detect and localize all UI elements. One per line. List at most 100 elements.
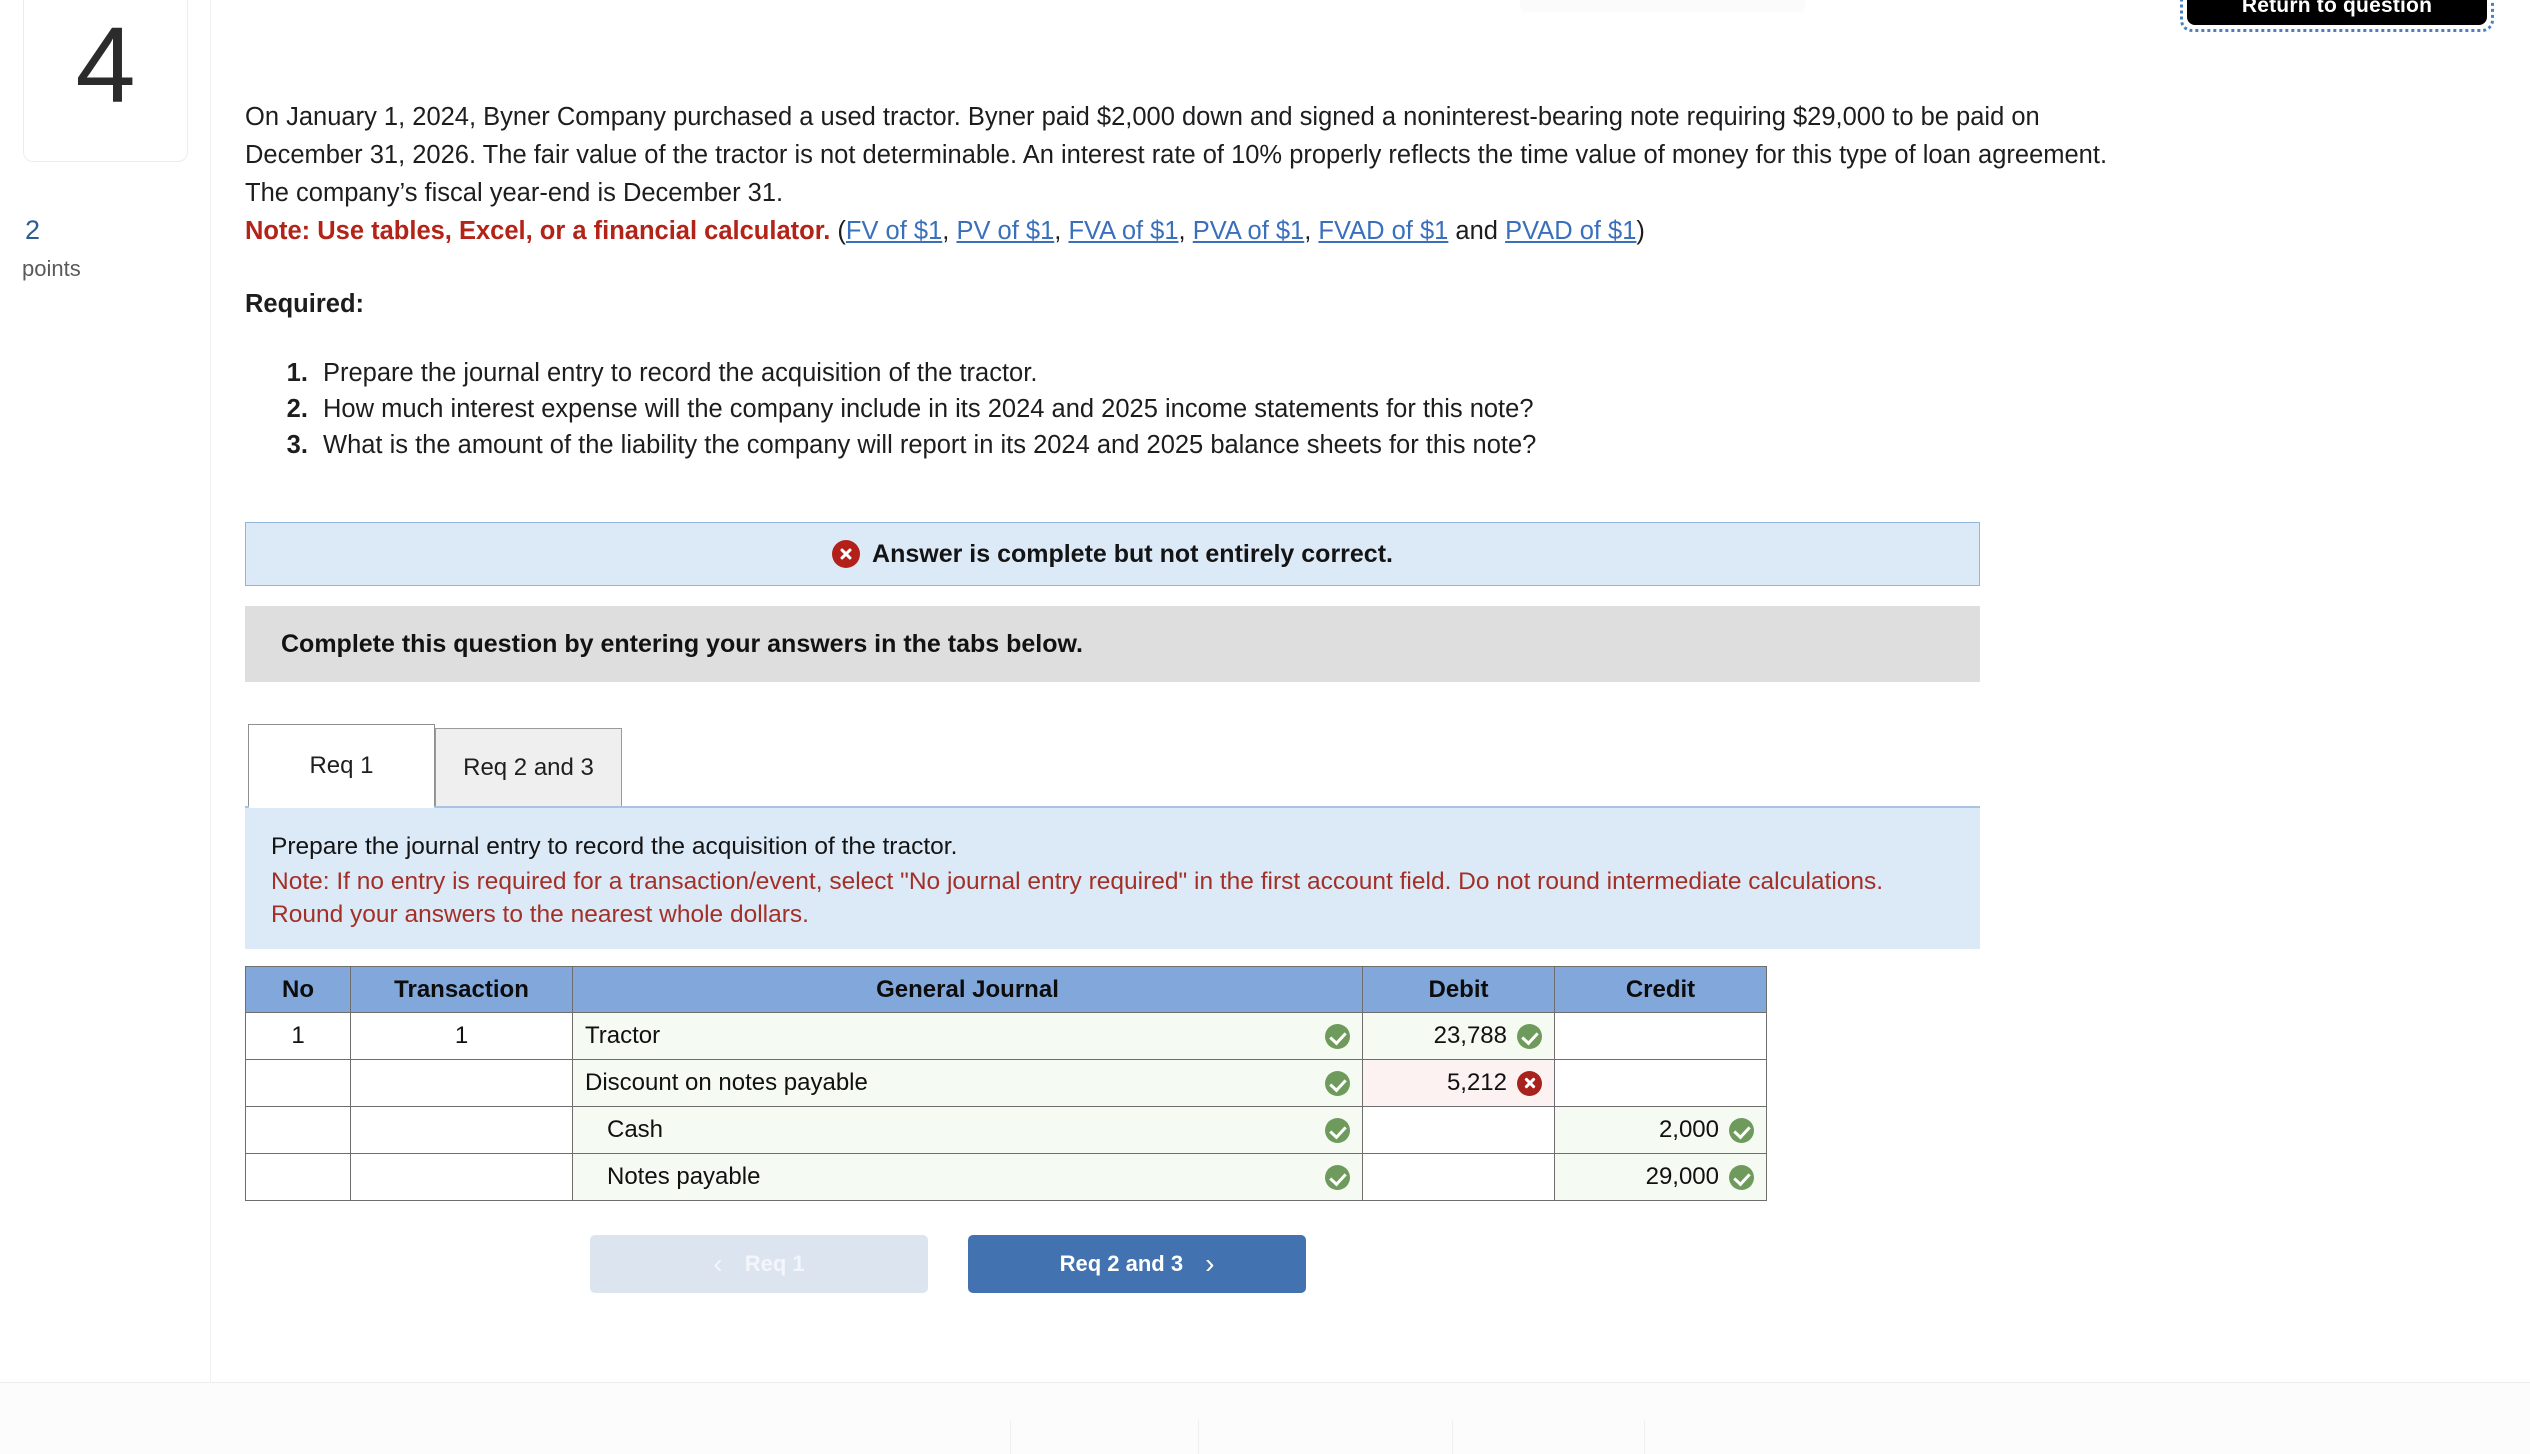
cell-no[interactable] bbox=[245, 1106, 351, 1154]
tab-req-2-and-3-label: Req 2 and 3 bbox=[463, 753, 594, 781]
tab-req-1-label: Req 1 bbox=[309, 751, 374, 779]
required-item-2: How much interest expense will the compa… bbox=[315, 391, 1536, 427]
correct-check-icon bbox=[1729, 1164, 1754, 1190]
correct-check-icon bbox=[1325, 1164, 1350, 1190]
footer-divider bbox=[1452, 1420, 1453, 1454]
cell-debit[interactable] bbox=[1362, 1106, 1555, 1154]
credit-amount: 29,000 bbox=[1645, 1163, 1719, 1190]
credit-amount: 2,000 bbox=[1658, 1116, 1719, 1143]
footer-divider bbox=[1010, 1420, 1011, 1454]
complete-question-text: Complete this question by entering your … bbox=[281, 629, 1083, 658]
link-sep-1: , bbox=[1054, 217, 1069, 245]
points-label: points bbox=[22, 256, 81, 281]
cell-account[interactable]: Notes payable bbox=[572, 1153, 1363, 1201]
cell-debit[interactable]: 5,212 bbox=[1362, 1059, 1555, 1107]
link-fva-of-1[interactable]: FVA of $1 bbox=[1068, 217, 1178, 245]
cell-debit[interactable]: 23,788 bbox=[1362, 1012, 1555, 1060]
account-name: Discount on notes payable bbox=[585, 1069, 868, 1096]
top-toolbar-stub bbox=[1520, 0, 1805, 12]
chevron-left-icon: ‹ bbox=[713, 1248, 723, 1279]
next-req-button[interactable]: Req 2 and 3 › bbox=[968, 1235, 1306, 1293]
complete-question-bar: Complete this question by entering your … bbox=[245, 606, 1980, 682]
question-stem-text: On January 1, 2024, Byner Company purcha… bbox=[245, 103, 2108, 207]
question-page: Return to question 4 2 points On January… bbox=[0, 0, 2530, 1454]
debit-amount: 5,212 bbox=[1446, 1069, 1507, 1096]
cell-credit[interactable]: 2,000 bbox=[1554, 1106, 1767, 1154]
cell-credit[interactable] bbox=[1554, 1059, 1767, 1107]
cell-transaction[interactable]: 1 bbox=[350, 1012, 573, 1060]
question-stem: On January 1, 2024, Byner Company purcha… bbox=[245, 98, 2135, 250]
requirement-note: Note: If no entry is required for a tran… bbox=[271, 868, 1884, 928]
col-header-credit: Credit bbox=[1554, 966, 1767, 1013]
question-left-rail: 4 2 points bbox=[0, 0, 211, 1454]
footer-divider bbox=[1644, 1420, 1645, 1454]
link-sep-5: ) bbox=[1636, 217, 1645, 245]
col-header-debit: Debit bbox=[1362, 966, 1555, 1013]
table-row: Cash 2,000 bbox=[245, 1106, 1767, 1154]
x-circle-icon bbox=[832, 540, 861, 568]
question-number: 4 bbox=[75, 4, 136, 125]
required-list: Prepare the journal entry to record the … bbox=[267, 355, 1536, 463]
incorrect-x-icon bbox=[1517, 1070, 1542, 1096]
table-row: Discount on notes payable 5,212 bbox=[245, 1059, 1767, 1107]
prev-req-label: Req 1 bbox=[744, 1251, 805, 1276]
col-header-transaction: Transaction bbox=[350, 966, 573, 1013]
requirement-tabs: Req 1 Req 2 and 3 bbox=[248, 724, 622, 808]
required-item-1: Prepare the journal entry to record the … bbox=[315, 355, 1536, 391]
link-pvad-of-1[interactable]: PVAD of $1 bbox=[1505, 217, 1636, 245]
return-to-question-button[interactable]: Return to question bbox=[2187, 0, 2487, 25]
cell-transaction[interactable] bbox=[350, 1106, 573, 1154]
cell-credit[interactable]: 29,000 bbox=[1554, 1153, 1767, 1201]
question-note-label: Note: Use tables, Excel, or a financial … bbox=[245, 217, 831, 245]
chevron-right-icon: › bbox=[1205, 1248, 1215, 1279]
cell-no[interactable] bbox=[245, 1059, 351, 1107]
question-number-card: 4 bbox=[23, 0, 188, 162]
cell-no[interactable] bbox=[245, 1153, 351, 1201]
cell-account[interactable]: Discount on notes payable bbox=[572, 1059, 1363, 1107]
cell-transaction[interactable] bbox=[350, 1153, 573, 1201]
cell-no[interactable]: 1 bbox=[245, 1012, 351, 1060]
link-pv-of-1[interactable]: PV of $1 bbox=[956, 217, 1054, 245]
required-item-3: What is the amount of the liability the … bbox=[315, 427, 1536, 463]
link-sep-4: and bbox=[1448, 217, 1506, 245]
links-open-paren: ( bbox=[830, 217, 846, 245]
account-name: Notes payable bbox=[607, 1163, 761, 1190]
prev-req-button[interactable]: ‹ Req 1 bbox=[590, 1235, 928, 1293]
return-to-question-focus-ring: Return to question bbox=[2180, 0, 2494, 32]
cell-account[interactable]: Cash bbox=[572, 1106, 1363, 1154]
answer-status-text: Answer is complete but not entirely corr… bbox=[872, 539, 1393, 568]
account-name: Tractor bbox=[585, 1022, 661, 1049]
required-heading: Required: bbox=[245, 290, 365, 318]
requirement-instructions-panel: Prepare the journal entry to record the … bbox=[245, 806, 1980, 949]
link-sep-2: , bbox=[1178, 217, 1193, 245]
journal-entry-table: No Transaction General Journal Debit Cre… bbox=[245, 966, 1767, 1201]
col-header-no: No bbox=[245, 966, 351, 1013]
correct-check-icon bbox=[1517, 1023, 1542, 1049]
footer-bar bbox=[0, 1382, 2530, 1454]
link-fv-of-1[interactable]: FV of $1 bbox=[846, 217, 942, 245]
account-name: Cash bbox=[607, 1116, 664, 1143]
link-fvad-of-1[interactable]: FVAD of $1 bbox=[1318, 217, 1448, 245]
cell-credit[interactable] bbox=[1554, 1012, 1767, 1060]
correct-check-icon bbox=[1325, 1023, 1350, 1049]
col-header-general-journal: General Journal bbox=[572, 966, 1363, 1013]
table-row: 1 1 Tractor 23,788 bbox=[245, 1012, 1767, 1060]
tab-req-1[interactable]: Req 1 bbox=[248, 724, 435, 808]
journal-header-row: No Transaction General Journal Debit Cre… bbox=[245, 966, 1767, 1013]
requirement-nav: ‹ Req 1 Req 2 and 3 › bbox=[590, 1235, 1306, 1293]
points-value: 2 bbox=[25, 215, 41, 245]
tab-req-2-and-3[interactable]: Req 2 and 3 bbox=[435, 728, 622, 806]
cell-account[interactable]: Tractor bbox=[572, 1012, 1363, 1060]
next-req-label: Req 2 and 3 bbox=[1059, 1251, 1184, 1276]
link-pva-of-1[interactable]: PVA of $1 bbox=[1193, 217, 1305, 245]
cell-transaction[interactable] bbox=[350, 1059, 573, 1107]
link-sep-3: , bbox=[1304, 217, 1319, 245]
table-row: Notes payable 29,000 bbox=[245, 1153, 1767, 1201]
correct-check-icon bbox=[1729, 1117, 1754, 1143]
link-sep-0: , bbox=[942, 217, 957, 245]
cell-debit[interactable] bbox=[1362, 1153, 1555, 1201]
correct-check-icon bbox=[1325, 1117, 1350, 1143]
debit-amount: 23,788 bbox=[1433, 1022, 1507, 1049]
footer-divider bbox=[1198, 1420, 1199, 1454]
answer-status-banner: Answer is complete but not entirely corr… bbox=[245, 522, 1980, 586]
